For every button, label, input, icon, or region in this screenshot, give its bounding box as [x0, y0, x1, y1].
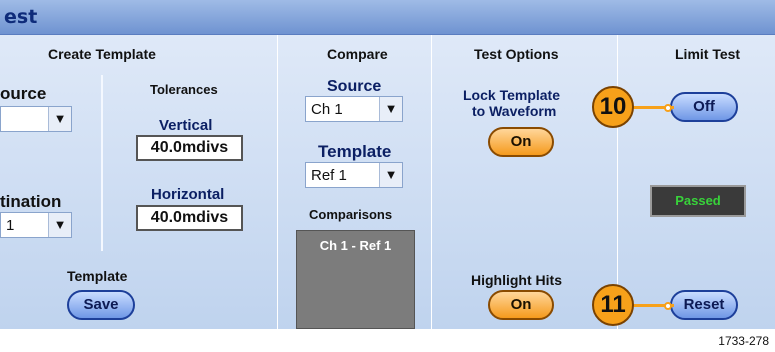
compare-source-label: Source: [327, 78, 382, 95]
source-label: ource: [0, 84, 47, 103]
compare-title: Compare: [327, 46, 388, 62]
window-title: est: [4, 6, 38, 28]
horizontal-tolerance-field[interactable]: 40.0mdivs: [136, 205, 243, 231]
compare-template-label: Template: [318, 142, 392, 161]
reset-button[interactable]: Reset: [670, 290, 738, 320]
save-template-button[interactable]: Save: [67, 290, 135, 320]
callout-10-dot: [664, 104, 672, 112]
tolerances-label: Tolerances: [150, 82, 218, 97]
vertical-label: Vertical: [159, 117, 213, 134]
comparisons-list[interactable]: Ch 1 - Ref 1: [296, 230, 415, 329]
test-options-title: Test Options: [474, 46, 559, 62]
callout-11-dot: [664, 302, 672, 310]
test-status-indicator: Passed: [650, 185, 746, 217]
create-template-divider: [101, 75, 103, 251]
limit-test-title: Limit Test: [675, 46, 741, 62]
figure-id: 1733-278: [718, 334, 769, 348]
triangle-down-icon: ▼: [48, 213, 71, 237]
destination-value: 1: [6, 217, 15, 234]
compare-source-value: Ch 1: [311, 101, 343, 118]
limit-test-off-button[interactable]: Off: [670, 92, 738, 122]
triangle-down-icon: ▼: [48, 107, 71, 131]
highlight-hits-label: Highlight Hits: [471, 272, 562, 288]
callout-10: 10: [592, 86, 634, 128]
horizontal-label: Horizontal: [151, 186, 225, 203]
triangle-down-icon: ▼: [379, 97, 402, 121]
vertical-tolerance-field[interactable]: 40.0mdivs: [136, 135, 243, 161]
destination-dropdown[interactable]: 1 ▼: [0, 212, 72, 238]
template-save-label: Template: [67, 268, 128, 284]
triangle-down-icon: ▼: [379, 163, 402, 187]
compare-template-dropdown[interactable]: Ref 1 ▼: [305, 162, 403, 188]
lock-template-toggle[interactable]: On: [488, 127, 554, 157]
title-bar: est: [0, 0, 775, 35]
lock-template-label-line2: to Waveform: [472, 103, 557, 119]
create-template-panel: [0, 35, 278, 329]
limit-test-panel: [618, 35, 775, 329]
template-source-dropdown[interactable]: ▼: [0, 106, 72, 132]
highlight-hits-toggle[interactable]: On: [488, 290, 554, 320]
compare-source-dropdown[interactable]: Ch 1 ▼: [305, 96, 403, 122]
lock-template-label-line1: Lock Template: [463, 87, 560, 103]
compare-template-value: Ref 1: [311, 167, 347, 184]
callout-11: 11: [592, 284, 634, 326]
list-item[interactable]: Ch 1 - Ref 1: [297, 238, 414, 253]
create-template-title: Create Template: [48, 46, 156, 62]
comparisons-label: Comparisons: [309, 207, 393, 222]
destination-label: tination: [0, 192, 62, 211]
